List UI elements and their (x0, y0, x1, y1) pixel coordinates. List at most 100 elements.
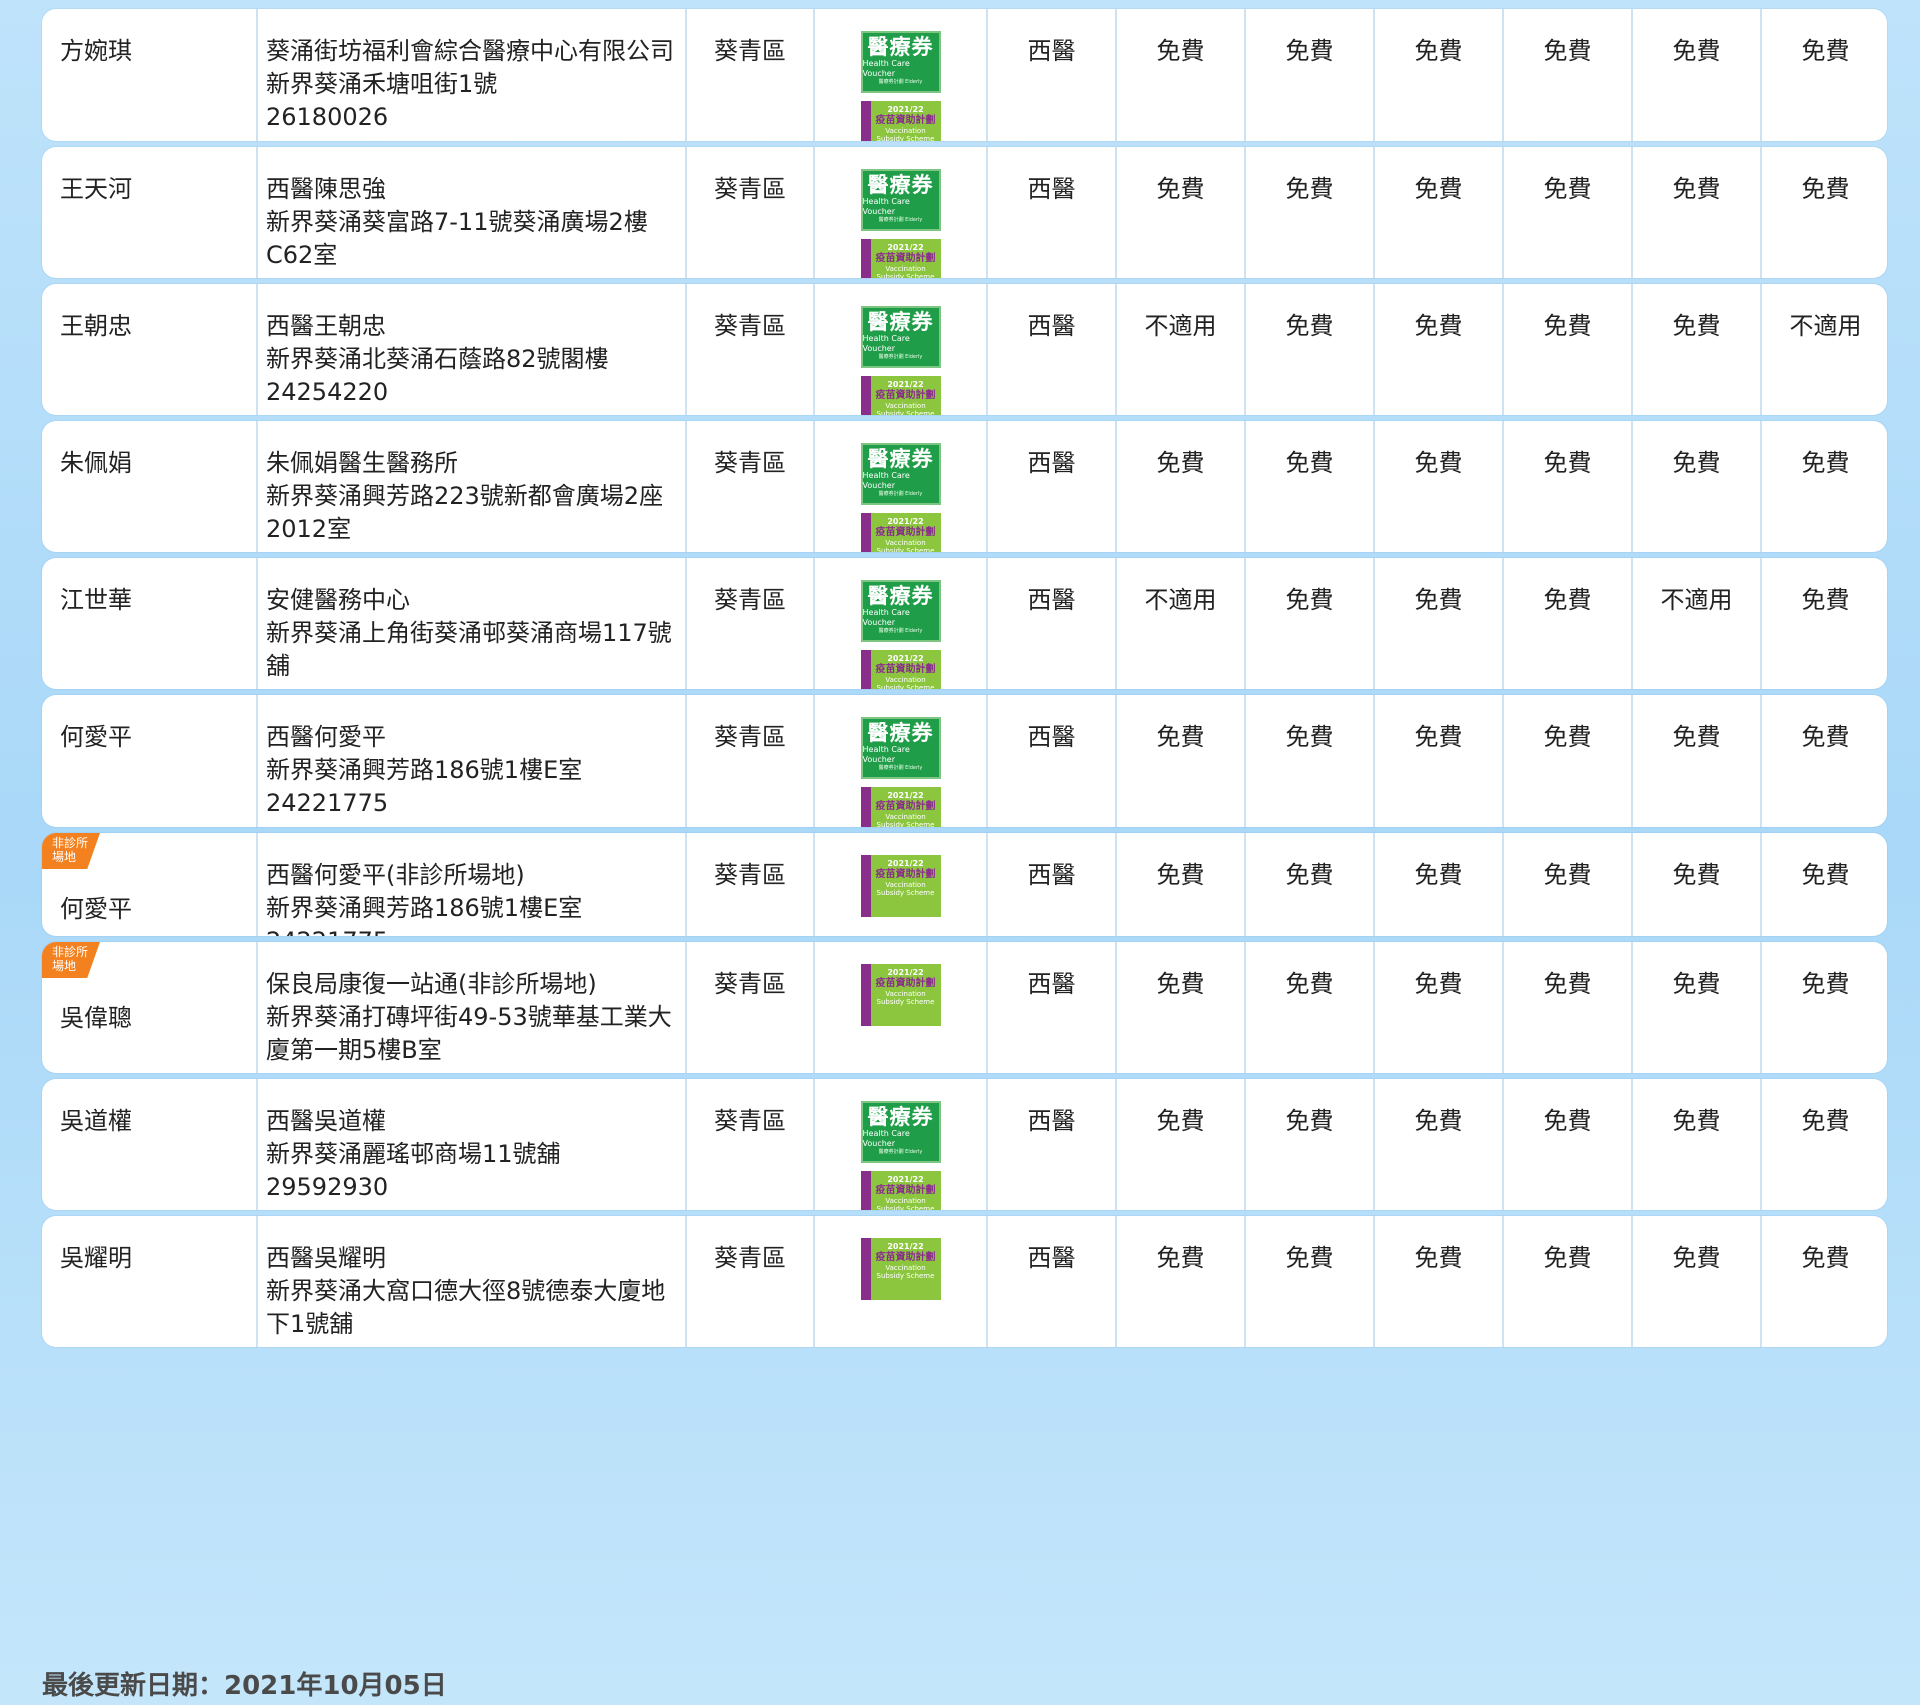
clinic-info-cell: 西醫吳道權 新界葵涌麗瑤邨商場11號舖 29592930 (256, 1079, 685, 1210)
fee-cell: 免費 (1502, 1216, 1631, 1347)
vss-vss_cn: 疫苗資助計劃 (875, 978, 936, 989)
fee-cell: 免費 (1373, 942, 1502, 1073)
health-care-voucher-logo: 醫療券 Health Care Voucher 醫療券計劃 Elderly (860, 1101, 941, 1163)
district-cell: 葵青區 (685, 695, 813, 827)
clinic-clinic: 葵涌街坊福利會綜合醫療中心有限公司 (266, 37, 674, 65)
table-row[interactable]: 吳道權 西醫吳道權 新界葵涌麗瑤邨商場11號舖 29592930 葵青區 醫療券 Healt… (42, 1079, 1887, 1210)
hcv-t3: 醫療券計劃 Elderly (878, 765, 923, 771)
hcv-t2: Health Care Voucher (862, 1129, 910, 1148)
vaccination-subsidy-scheme-logo: 2021/22 疫苗資助計劃 Vaccination Subsidy Scheme (860, 964, 941, 1026)
doctor-name-cell: 吳道權 (42, 1079, 256, 1210)
vss-vss_cn: 疫苗資助計劃 (875, 664, 936, 675)
table-row[interactable]: 朱佩娟 朱佩娟醫生醫務所新界葵涌興芳路223號新都會廣場2座2012室 261900… (42, 421, 1887, 552)
fee-cell: 免費 (1373, 1079, 1502, 1210)
doctor-name: 方婉琪 (60, 37, 132, 65)
table-row[interactable]: 何愛平 西醫何愛平 新界葵涌興芳路186號1樓E室 24221775 葵青區 醫療券 Hea… (42, 695, 1887, 827)
clinic-clinic: 西醫何愛平(非診所場地) (266, 861, 525, 889)
clinic-address: 新界葵涌大窩口德大徑8號德泰大廈地下1號舖 (266, 1277, 666, 1338)
doctor-type-cell: 西醫 (986, 421, 1115, 552)
vaccination-subsidy-scheme-logo: 2021/22 疫苗資助計劃 Vaccination Subsidy Scheme (860, 855, 941, 917)
table-row[interactable]: 王朝忠 西醫王朝忠 新界葵涌北葵涌石蔭路82號閣樓 24254220 葵青區 醫療券 Hea… (42, 284, 1887, 415)
table-row[interactable]: 吳耀明 西醫吳耀明新界葵涌大窩口德大徑8號德泰大廈地下1號舖 24232669 葵青區… (42, 1216, 1887, 1347)
fee-cell: 免費 (1502, 558, 1631, 689)
clinic-clinic: 保良局康復一站通(非診所場地) (266, 970, 597, 998)
vss-vss_cn: 疫苗資助計劃 (875, 1252, 936, 1263)
clinic-clinic: 西醫王朝忠 (266, 312, 386, 340)
vss-vss_year: 2021/22 (887, 1242, 924, 1251)
fee-cell: 免費 (1502, 147, 1631, 278)
hcv-t1: 醫療券 (867, 35, 934, 59)
fee-cell: 免費 (1502, 1079, 1631, 1210)
hcv-t2: Health Care Voucher (862, 471, 910, 490)
vss-vss_year: 2021/22 (887, 243, 924, 252)
doctor-type-cell: 西醫 (986, 558, 1115, 689)
hcv-t2: Health Care Voucher (862, 334, 910, 353)
doctor-type-cell: 西醫 (986, 284, 1115, 415)
table-row[interactable]: 江世華安健醫務中心新界葵涌上角街葵涌邨葵涌商場117號舖22794008葵青區醫… (42, 558, 1887, 689)
clinic-phone[interactable]: 26180026 (266, 101, 681, 134)
clinic-phone[interactable]: 24221775 (266, 925, 681, 936)
fee-cell: 免費 (1115, 695, 1244, 827)
vss-vss_en1: Vaccination (885, 1197, 926, 1205)
clinic-phone[interactable]: 26190001 (266, 546, 681, 552)
clinic-clinic: 西醫何愛平 (266, 723, 386, 751)
clinic-clinic: 朱佩娟醫生醫務所 (266, 449, 458, 477)
district-cell: 葵青區 (685, 1079, 813, 1210)
clinic-phone[interactable]: 24221233 (266, 1067, 681, 1073)
hcv-t1: 醫療券 (867, 584, 934, 608)
clinic-phone[interactable]: 24221775 (266, 787, 681, 820)
district-cell: 葵青區 (685, 833, 813, 936)
fee-cell: 免費 (1244, 147, 1373, 278)
table-row[interactable]: 王天河 西醫陳思強新界葵涌葵富路7-11號葵涌廣場2樓C62室 24224966 葵青… (42, 147, 1887, 278)
fee-cell: 免費 (1373, 147, 1502, 278)
fee-cell: 不適用 (1631, 558, 1760, 689)
table-row[interactable]: 非診所場地何愛平西醫何愛平(非診所場地)新界葵涌興芳路186號1樓E室24221… (42, 833, 1887, 936)
doctor-name-cell: 非診所 場地 吳偉聰 (42, 942, 256, 1073)
health-care-voucher-logo: 醫療券 Health Care Voucher 醫療券計劃 Elderly (860, 580, 941, 642)
vss-vss_year: 2021/22 (887, 105, 924, 114)
hcv-t2: Health Care Voucher (862, 608, 910, 627)
scheme-logos-cell: 醫療券 Health Care Voucher 醫療券計劃 Elderly 2021/… (813, 1079, 986, 1210)
vss-vss_cn: 疫苗資助計劃 (875, 801, 936, 812)
fee-cell: 免費 (1373, 558, 1502, 689)
vaccination-subsidy-scheme-logo: 2021/22 疫苗資助計劃 Vaccination Subsidy Scheme (860, 787, 941, 827)
clinic-clinic: 西醫吳道權 (266, 1107, 386, 1135)
vss-vss_en2: Subsidy Scheme (876, 135, 935, 141)
fee-cell: 免費 (1760, 558, 1887, 689)
fee-cell: 免費 (1631, 695, 1760, 827)
vss-vss_year: 2021/22 (887, 380, 924, 389)
table-row[interactable]: 方婉琪 葵涌街坊福利會綜合醫療中心有限公司 新界葵涌禾塘咀街1號 26180026 葵青… (42, 9, 1887, 141)
badge-line-2: 場地 (52, 959, 77, 973)
scheme-logos-cell: 醫療券 Health Care Voucher 醫療券計劃 Elderly 2021/… (813, 558, 986, 689)
clinic-phone[interactable]: 22794008 (266, 683, 681, 689)
fee-cell: 免費 (1373, 421, 1502, 552)
clinic-clinic: 安健醫務中心 (266, 586, 410, 614)
fee-cell: 免費 (1244, 558, 1373, 689)
hcv-t3: 醫療券計劃 Elderly (878, 79, 923, 85)
doctor-name-cell: 何愛平 (42, 695, 256, 827)
scheme-logos-cell: 2021/22 疫苗資助計劃 Vaccination Subsidy Scheme (813, 1216, 986, 1347)
vaccination-subsidy-scheme-logo: 2021/22 疫苗資助計劃 Vaccination Subsidy Scheme (860, 650, 941, 689)
clinic-phone[interactable]: 29592930 (266, 1171, 681, 1204)
fee-cell: 免費 (1244, 421, 1373, 552)
clinic-phone[interactable]: 24232669 (266, 1341, 681, 1347)
fee-cell: 免費 (1115, 1079, 1244, 1210)
scheme-logos-cell: 2021/22 疫苗資助計劃 Vaccination Subsidy Scheme (813, 942, 986, 1073)
fee-cell: 免費 (1631, 9, 1760, 141)
vaccination-subsidy-scheme-logo: 2021/22 疫苗資助計劃 Vaccination Subsidy Scheme (860, 101, 941, 141)
fee-cell: 免費 (1760, 833, 1887, 936)
hcv-t1: 醫療券 (867, 1105, 934, 1129)
fee-cell: 免費 (1631, 284, 1760, 415)
health-care-voucher-logo: 醫療券 Health Care Voucher 醫療券計劃 Elderly (860, 717, 941, 779)
offsite-venue-badge: 非診所 場地 (42, 942, 100, 978)
clinic-phone[interactable]: 24224966 (266, 272, 681, 278)
district-cell: 葵青區 (685, 421, 813, 552)
vaccination-subsidy-scheme-logo: 2021/22 疫苗資助計劃 Vaccination Subsidy Scheme (860, 1238, 941, 1300)
vss-vss_en1: Vaccination (885, 813, 926, 821)
vss-vss_year: 2021/22 (887, 1175, 924, 1184)
doctor-type-cell: 西醫 (986, 9, 1115, 141)
clinic-phone[interactable]: 24254220 (266, 376, 681, 409)
table-row[interactable]: 非診所 場地 吳偉聰 保良局康復一站通(非診所場地) 新界葵涌打磚坪街49-53號華基工… (42, 942, 1887, 1073)
doctor-name: 王朝忠 (60, 312, 132, 340)
doctor-name-cell: 非診所 場地 何愛平 (42, 833, 256, 936)
